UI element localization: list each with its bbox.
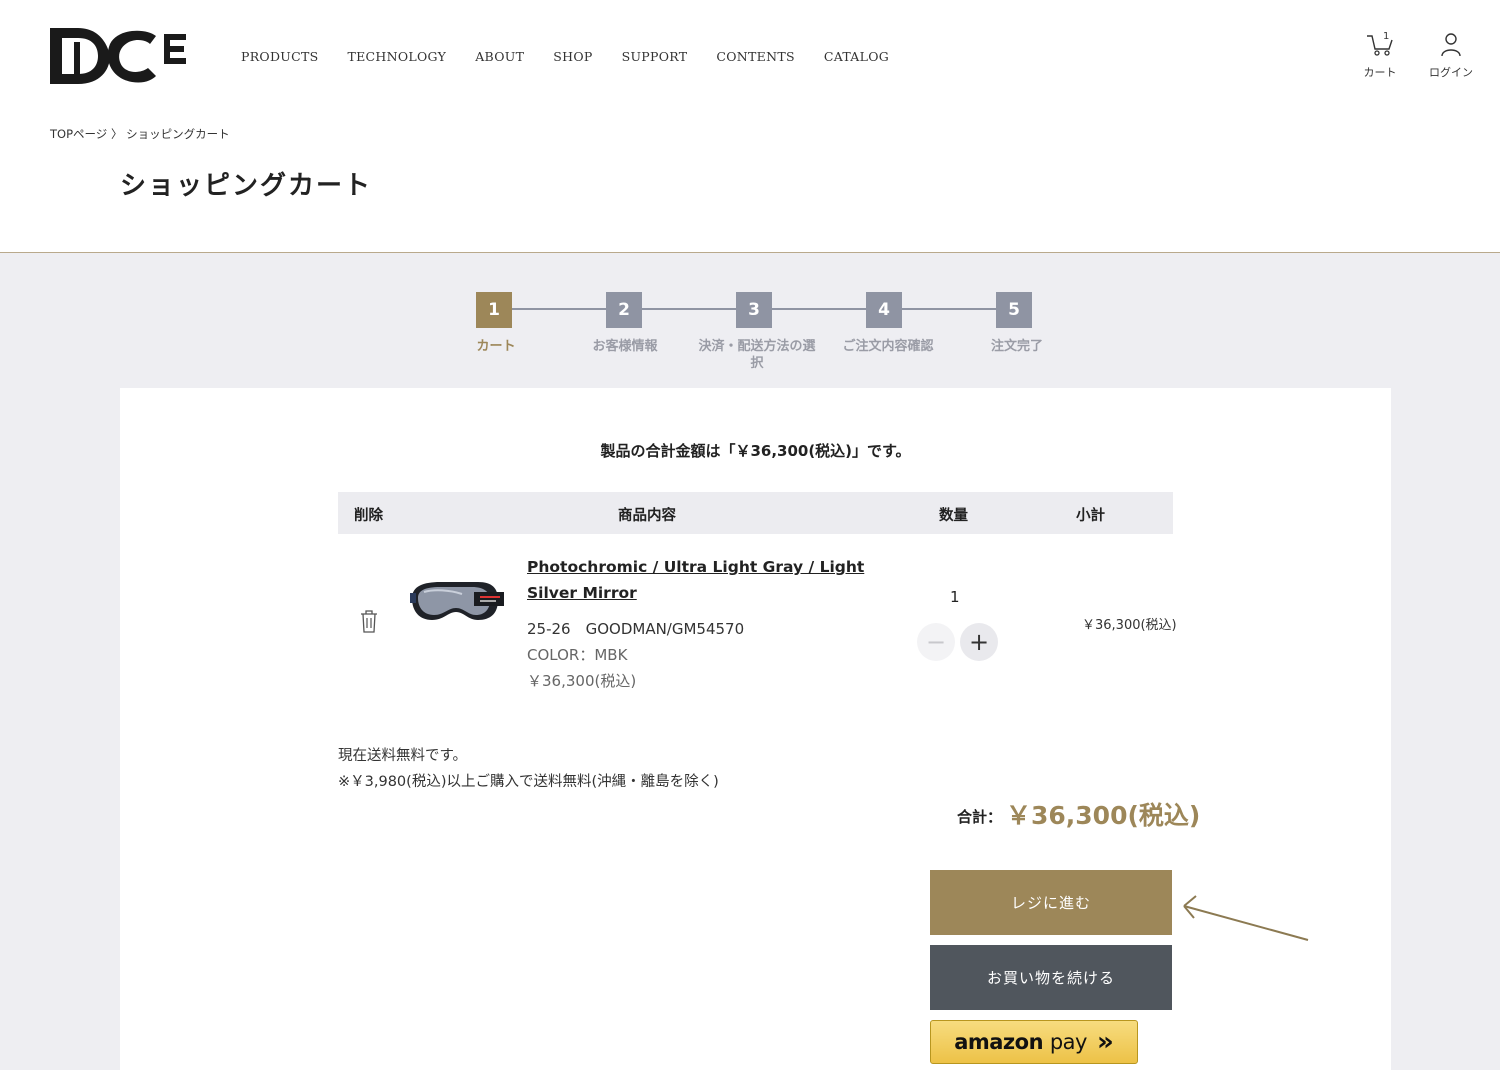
step-5: 5 [996,292,1032,328]
col-subtotal: 小計 [1076,508,1105,524]
step-2: 2 [606,292,642,328]
header-cart[interactable]: 1 カート [1350,30,1410,80]
item-subtotal: ￥36,300(税込) [1082,618,1177,633]
cart-table-header: 削除 商品内容 数量 小計 [338,492,1173,534]
product-model: 25-26 GOODMAN/GM54570 [527,620,745,638]
nav-shop[interactable]: SHOP [553,49,592,64]
nav-support[interactable]: SUPPORT [622,49,688,64]
total-message: 製品の合計金額は「￥36,300(税込)」です。 [600,442,911,460]
total-value: ￥36,300(税込) [1006,801,1201,830]
double-chevron-icon: » [1096,1027,1114,1057]
quantity-minus-button[interactable]: − [917,623,955,661]
product-name-link[interactable]: Photochromic / Ultra Light Gray / Light … [527,554,887,606]
continue-shopping-button[interactable]: お買い物を続ける [930,945,1172,1010]
step-1-label: カート [476,339,516,354]
arrow-pointer-icon [1183,895,1309,941]
user-icon [1441,33,1461,57]
shipping-condition: ※￥3,980(税込)以上ご購入で送料無料(沖縄・離島を除く) [338,774,719,790]
step-4: 4 [866,292,902,328]
col-product: 商品内容 [618,508,676,524]
checkout-button[interactable]: レジに進む [930,870,1172,935]
dice-logo[interactable] [48,26,188,86]
col-quantity: 数量 [939,508,968,524]
breadcrumb: TOPページ 〉 ショッピングカート [50,126,230,142]
breadcrumb-home[interactable]: TOPページ [50,127,107,141]
step-2-label: お客様情報 [592,339,658,354]
cart-label: カート [1363,66,1397,79]
product-price: ￥36,300(税込) [527,672,637,690]
page-title: ショッピングカート [120,171,373,201]
step-1: 1 [476,292,512,328]
cart-icon: 1 [1367,31,1393,56]
breadcrumb-separator: 〉 [110,127,123,141]
shipping-free-notice: 現在送料無料です。 [338,748,468,764]
step-3: 3 [736,292,772,328]
nav-catalog[interactable]: CATALOG [824,49,889,64]
nav-products[interactable]: PRODUCTS [241,49,319,64]
product-thumbnail[interactable] [410,578,506,626]
quantity-plus-button[interactable]: + [960,623,998,661]
trash-icon[interactable] [358,608,380,634]
step-4-label: ご注文内容確認 [842,339,934,354]
nav-technology[interactable]: TECHNOLOGY [348,49,447,64]
header-login[interactable]: ログイン [1421,30,1481,80]
cart-count: 1 [1383,31,1389,42]
breadcrumb-current: ショッピングカート [126,127,230,141]
amazon-pay-button[interactable]: amazon pay » [930,1020,1138,1064]
amazon-brand-text: amazon [954,1030,1044,1054]
product-color: COLOR：MBK [527,646,628,664]
site-header: PRODUCTS TECHNOLOGY ABOUT SHOP SUPPORT C… [0,0,1500,110]
login-label: ログイン [1429,66,1473,79]
checkout-steps: 1 2 3 4 5 カート お客様情報 決済・配送方法の選択 ご注文内容確認 注… [476,292,1066,382]
amazon-pay-text: pay [1049,1030,1088,1054]
total-label: 合計： [957,808,1003,826]
step-5-label: 注文完了 [990,339,1043,354]
col-delete: 削除 [354,508,383,524]
main-nav: PRODUCTS TECHNOLOGY ABOUT SHOP SUPPORT C… [241,49,889,64]
amazon-pay-logo: amazon pay [954,1030,1087,1054]
nav-about[interactable]: ABOUT [475,49,524,64]
quantity-value: 1 [950,588,960,606]
cart-card: 製品の合計金額は「￥36,300(税込)」です。 削除 商品内容 数量 小計 P… [120,388,1391,1070]
nav-contents[interactable]: CONTENTS [716,49,794,64]
step-3-label: 決済・配送方法の選択 [698,339,816,371]
